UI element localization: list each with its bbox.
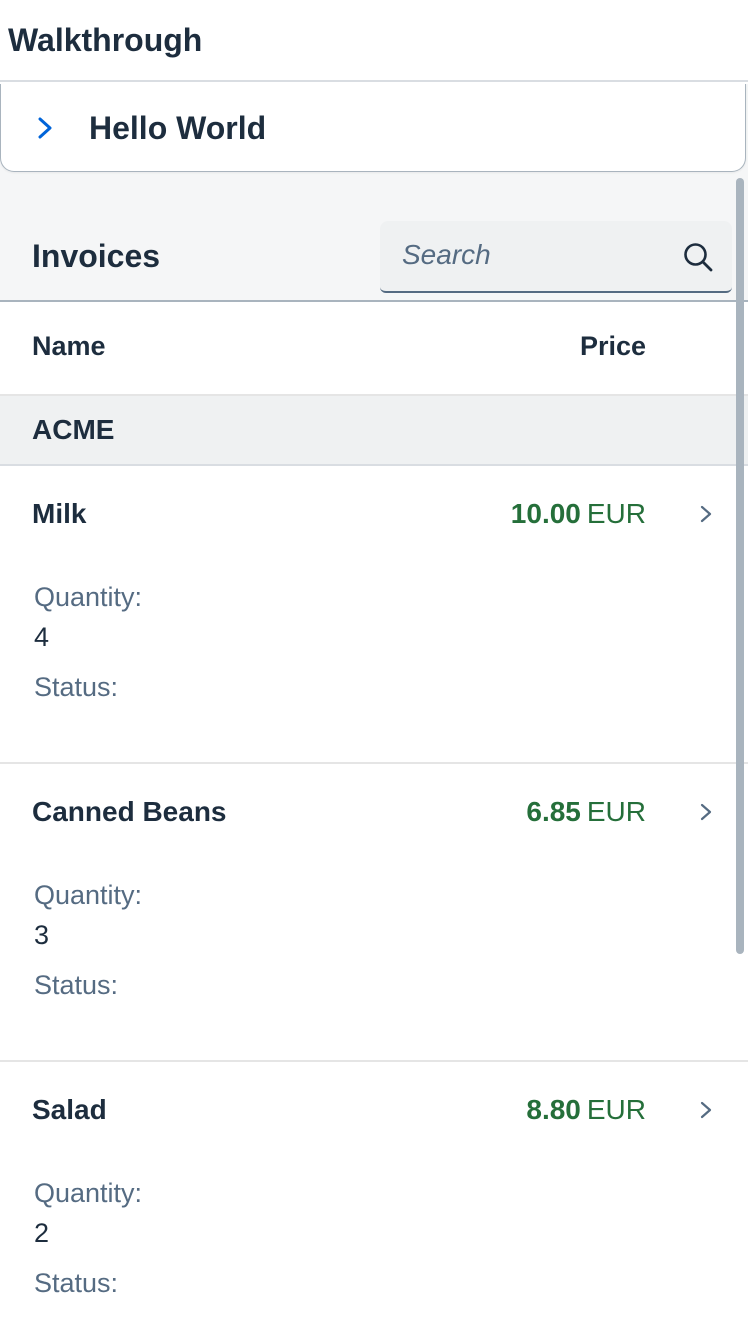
row-price: 10.00 EUR xyxy=(511,496,646,537)
price-value: 10.00 xyxy=(510,498,581,529)
chevron-right-icon[interactable] xyxy=(35,113,55,143)
table-row[interactable]: Canned Beans 6.85 EUR Quantity: 3 Status: xyxy=(0,764,748,1062)
chevron-right-icon[interactable] xyxy=(698,800,714,824)
table-column-header: Name Price xyxy=(0,302,748,396)
status-label: Status: xyxy=(34,1268,119,1298)
price-currency: EUR xyxy=(586,796,646,827)
hello-world-panel: Hello World xyxy=(0,84,746,172)
search-icon[interactable] xyxy=(682,241,714,273)
search-input[interactable] xyxy=(402,235,672,275)
app-title: Walkthrough xyxy=(8,22,203,58)
quantity-label: Quantity: xyxy=(34,1178,143,1208)
row-price: 6.85 EUR xyxy=(526,794,646,835)
price-value: 8.80 xyxy=(526,1094,581,1125)
row-product-name: Salad xyxy=(32,1094,107,1125)
price-value: 6.85 xyxy=(526,796,581,827)
column-name-header: Name xyxy=(32,331,106,361)
vertical-scrollbar[interactable] xyxy=(736,178,744,954)
group-label: ACME xyxy=(32,414,115,445)
column-price-header: Price xyxy=(579,331,646,361)
quantity-value: 2 xyxy=(34,1218,50,1248)
chevron-right-icon[interactable] xyxy=(698,502,714,526)
invoices-title: Invoices xyxy=(32,238,161,274)
invoices-table: Name Price ACME Milk 10.00 EUR Quantity: … xyxy=(0,302,748,1326)
quantity-label: Quantity: xyxy=(34,582,143,612)
status-label: Status: xyxy=(34,970,119,1000)
row-product-name: Canned Beans xyxy=(32,796,227,827)
price-currency: EUR xyxy=(586,498,646,529)
page-content: Hello World Invoices Name Price ACME Mil… xyxy=(0,84,748,1326)
quantity-label: Quantity: xyxy=(34,880,143,910)
status-label: Status: xyxy=(34,672,119,702)
search-field[interactable] xyxy=(380,221,732,293)
table-row[interactable]: Salad 8.80 EUR Quantity: 2 Status: xyxy=(0,1062,748,1326)
chevron-right-icon[interactable] xyxy=(698,1098,714,1122)
quantity-value: 3 xyxy=(34,920,50,950)
panel-title[interactable]: Hello World xyxy=(89,108,266,148)
row-product-name: Milk xyxy=(32,498,87,529)
group-header: ACME xyxy=(0,396,748,466)
price-currency: EUR xyxy=(586,1094,646,1125)
table-row[interactable]: Milk 10.00 EUR Quantity: 4 Status: xyxy=(0,466,748,764)
row-price: 8.80 EUR xyxy=(526,1092,646,1133)
invoices-toolbar: Invoices xyxy=(0,214,748,302)
app-header: Walkthrough xyxy=(0,0,748,82)
quantity-value: 4 xyxy=(34,622,50,652)
